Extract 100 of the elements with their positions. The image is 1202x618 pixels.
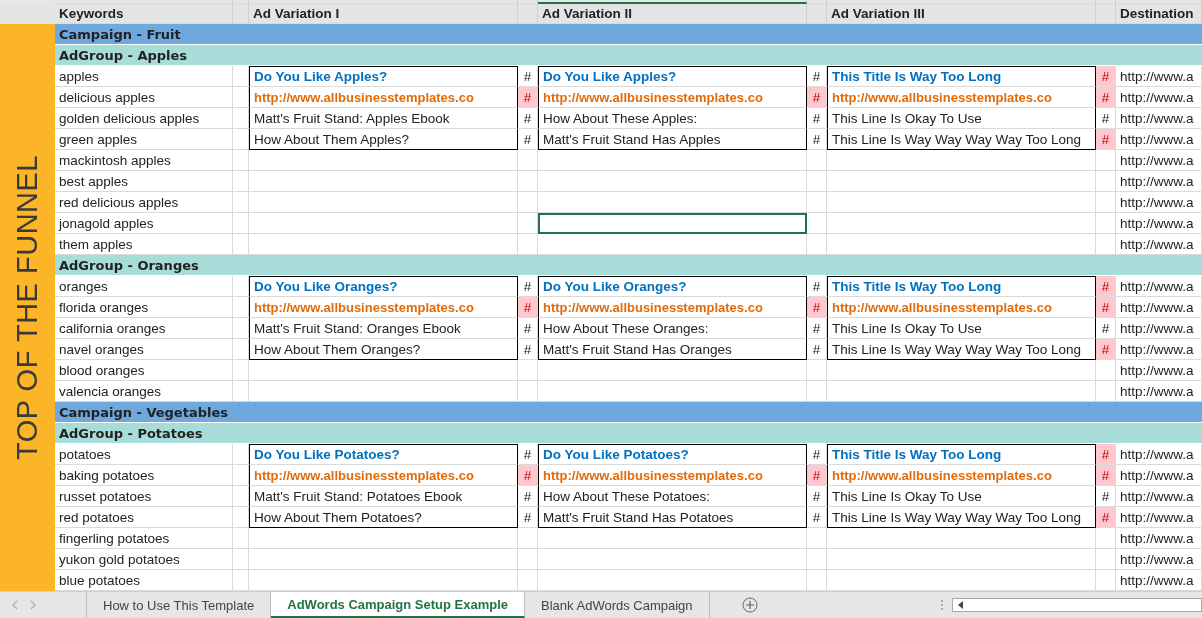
destination-url: http://www.a (1120, 530, 1194, 546)
destination-url: http://www.a (1120, 278, 1194, 294)
selected-cell[interactable] (538, 213, 807, 234)
over-limit-flag: # (807, 297, 827, 318)
over-limit-flag: # (1096, 507, 1116, 528)
empty-cell (518, 171, 538, 192)
campaign-header: Campaign - Vegetables (55, 402, 1202, 423)
ad-headline: Do You Like Apples? (249, 66, 518, 87)
destination-url: http://www.a (1120, 110, 1194, 126)
ad-display-url: http://www.allbusinesstemplates.co (249, 87, 518, 108)
destination-url: http://www.a (1120, 236, 1194, 252)
over-limit-flag: # (518, 465, 538, 486)
ad-headline: Do You Like Oranges? (538, 276, 807, 297)
empty-cell (518, 360, 538, 381)
keyword-cell: red potatoes (59, 509, 135, 525)
keyword-cell: potatoes (59, 446, 111, 462)
ad-description: This Line Is Way Way Way Way Too Long (827, 129, 1096, 150)
column-heading: Ad Variation II (542, 6, 633, 21)
over-limit-flag: # (1096, 66, 1116, 87)
length-flag: # (518, 318, 538, 339)
ad-description: This Line Is Way Way Way Way Too Long (827, 339, 1096, 360)
funnel-stage-label: TOP OF THE FUNNEL (11, 155, 44, 460)
ad-description: Matt's Fruit Stand Has Potatoes (538, 507, 807, 528)
length-flag: # (807, 486, 827, 507)
sheet-tab[interactable]: AdWords Campaign Setup Example (271, 592, 526, 618)
destination-url: http://www.a (1120, 320, 1194, 336)
ad-headline: Do You Like Potatoes? (249, 444, 518, 465)
previous-sheet-icon[interactable] (10, 600, 20, 610)
length-flag: # (518, 486, 538, 507)
destination-url: http://www.a (1120, 194, 1194, 210)
length-flag: # (807, 507, 827, 528)
keyword-cell: green apples (59, 131, 138, 147)
keyword-cell: navel oranges (59, 341, 144, 357)
ad-headline: This Title Is Way Too Long (827, 444, 1096, 465)
empty-cell (518, 528, 538, 549)
column-heading: Ad Variation III (831, 6, 925, 21)
ad-display-url: http://www.allbusinesstemplates.co (538, 87, 807, 108)
over-limit-flag: # (1096, 465, 1116, 486)
over-limit-flag: # (1096, 339, 1116, 360)
ad-description: How About Them Oranges? (249, 339, 518, 360)
ad-group-header: AdGroup - Apples (55, 45, 1202, 66)
next-sheet-icon[interactable] (28, 600, 38, 610)
ad-description: Matt's Fruit Stand: Potatoes Ebook (249, 486, 518, 507)
ad-description: How About These Potatoes: (538, 486, 807, 507)
column-heading: Keywords (59, 6, 124, 21)
destination-url: http://www.a (1120, 509, 1194, 525)
more-options-icon[interactable] (940, 599, 944, 611)
keyword-cell: blue potatoes (59, 572, 141, 588)
empty-cell (807, 528, 827, 549)
over-limit-flag: # (1096, 444, 1116, 465)
empty-cell (807, 150, 827, 171)
ad-description: Matt's Fruit Stand: Oranges Ebook (249, 318, 518, 339)
length-flag: # (807, 339, 827, 360)
keyword-cell: baking potatoes (59, 467, 155, 483)
destination-url: http://www.a (1120, 341, 1194, 357)
ad-description: This Line Is Okay To Use (827, 318, 1096, 339)
length-flag: # (518, 339, 538, 360)
keyword-cell: them apples (59, 236, 133, 252)
empty-cell (807, 360, 827, 381)
add-sheet-icon[interactable] (741, 597, 758, 613)
empty-cell (807, 213, 827, 234)
ad-description: Matt's Fruit Stand Has Oranges (538, 339, 807, 360)
scroll-left-icon[interactable] (957, 601, 965, 609)
keyword-cell: best apples (59, 173, 129, 189)
over-limit-flag: # (807, 465, 827, 486)
destination-url: http://www.a (1120, 68, 1194, 84)
ad-description: This Line Is Way Way Way Way Too Long (827, 507, 1096, 528)
ad-display-url: http://www.allbusinesstemplates.co (538, 297, 807, 318)
empty-cell (518, 150, 538, 171)
empty-cell (518, 213, 538, 234)
keyword-cell: yukon gold potatoes (59, 551, 180, 567)
empty-cell (807, 549, 827, 570)
ad-description: How About Them Apples? (249, 129, 518, 150)
over-limit-flag: # (1096, 87, 1116, 108)
destination-url: http://www.a (1120, 488, 1194, 504)
keyword-cell: oranges (59, 278, 108, 294)
horizontal-scrollbar[interactable] (952, 598, 1202, 612)
keyword-cell: california oranges (59, 320, 166, 336)
ad-headline: This Title Is Way Too Long (827, 66, 1096, 87)
sheet-tab[interactable]: Blank AdWords Campaign (525, 592, 710, 618)
destination-url: http://www.a (1120, 362, 1194, 378)
ad-display-url: http://www.allbusinesstemplates.co (249, 465, 518, 486)
over-limit-flag: # (1096, 129, 1116, 150)
destination-url: http://www.a (1120, 173, 1194, 189)
ad-description: How About These Apples: (538, 108, 807, 129)
ad-display-url: http://www.allbusinesstemplates.co (249, 297, 518, 318)
ad-description: How About These Oranges: (538, 318, 807, 339)
empty-cell (807, 192, 827, 213)
keyword-cell: valencia oranges (59, 383, 162, 399)
destination-url: http://www.a (1120, 131, 1194, 147)
destination-url: http://www.a (1120, 572, 1194, 588)
keyword-cell: mackintosh apples (59, 152, 171, 168)
ad-headline: This Title Is Way Too Long (827, 276, 1096, 297)
ad-description: Matt's Fruit Stand: Apples Ebook (249, 108, 518, 129)
keyword-cell: golden delicious apples (59, 110, 200, 126)
over-limit-flag: # (807, 87, 827, 108)
campaign-header: Campaign - Fruit (55, 24, 1202, 45)
keyword-cell: delicious apples (59, 89, 156, 105)
keyword-cell: red delicious apples (59, 194, 179, 210)
ad-headline: Do You Like Potatoes? (538, 444, 807, 465)
